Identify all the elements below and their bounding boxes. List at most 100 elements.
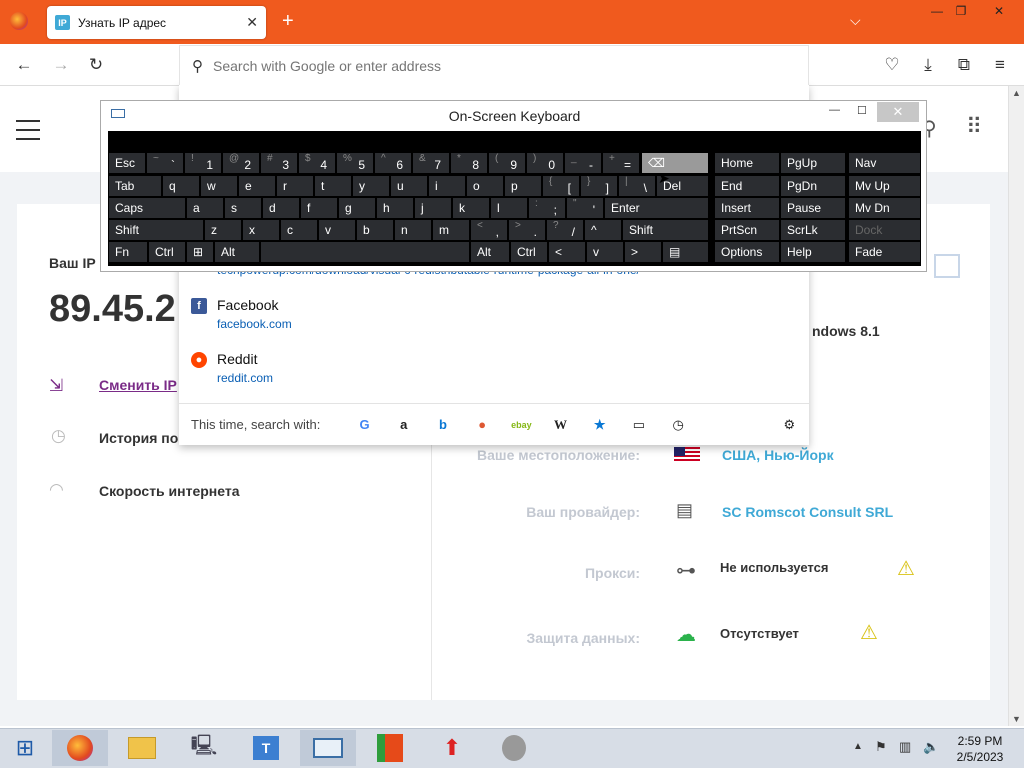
- osk-key[interactable]: a: [187, 198, 223, 218]
- osk-key[interactable]: & 7: [413, 153, 449, 173]
- app-menu-icon[interactable]: ≡: [988, 54, 1012, 76]
- copy-icon[interactable]: [934, 254, 960, 278]
- osk-key[interactable]: ) 0: [527, 153, 563, 173]
- reload-icon[interactable]: ↻: [84, 54, 108, 76]
- osk-key[interactable]: Shift: [109, 220, 203, 240]
- osk-key[interactable]: d: [263, 198, 299, 218]
- action-center-flag-icon[interactable]: ⚑: [875, 739, 887, 755]
- osk-key[interactable]: p: [505, 176, 541, 196]
- osk-key[interactable]: x: [243, 220, 279, 240]
- tabs-icon[interactable]: ▭: [619, 417, 658, 433]
- teams-icon[interactable]: T: [238, 730, 294, 766]
- osk-key[interactable]: Mv Up: [849, 176, 920, 196]
- osk-key[interactable]: k: [453, 198, 489, 218]
- osk-key[interactable]: t: [315, 176, 351, 196]
- hamburger-icon[interactable]: [16, 120, 40, 140]
- new-tab-button[interactable]: +: [282, 10, 294, 33]
- osk-key[interactable]: Fade: [849, 242, 920, 262]
- bookmarks-icon[interactable]: ★: [580, 417, 619, 433]
- osk-key[interactable]: }]: [581, 176, 617, 196]
- osk-key[interactable]: Ctrl: [149, 242, 185, 262]
- osk-key[interactable]: w: [201, 176, 237, 196]
- osk-key[interactable]: e: [239, 176, 275, 196]
- google-icon[interactable]: G: [345, 417, 384, 432]
- osk-key[interactable]: $4: [299, 153, 335, 173]
- restore-button[interactable]: ❐: [946, 0, 976, 22]
- osk-key[interactable]: + =: [603, 153, 639, 173]
- osk-key[interactable]: PgDn: [781, 176, 845, 196]
- url-input[interactable]: [213, 57, 773, 74]
- clock[interactable]: 2:59 PM 2/5/2023: [950, 733, 1010, 765]
- osk-key[interactable]: % 5: [337, 153, 373, 173]
- osk-key[interactable]: :;: [529, 198, 565, 218]
- osk-key[interactable]: [261, 242, 469, 262]
- osk-key[interactable]: u: [391, 176, 427, 196]
- osk-key[interactable]: Caps: [109, 198, 185, 218]
- scrollbar[interactable]: [1008, 86, 1024, 726]
- pdf-icon[interactable]: ⬆: [424, 730, 480, 766]
- osk-key[interactable]: j: [415, 198, 451, 218]
- close-window-button[interactable]: ✕: [984, 0, 1014, 22]
- osk-key[interactable]: Pause: [781, 198, 845, 218]
- osk-key[interactable]: #3: [261, 153, 297, 173]
- volume-icon[interactable]: 🔈: [923, 739, 939, 755]
- osk-key[interactable]: >.: [509, 220, 545, 240]
- osk-key[interactable]: Help: [781, 242, 845, 262]
- pocket-icon[interactable]: ♡: [880, 54, 904, 76]
- osk-key[interactable]: ScrLk: [781, 220, 845, 240]
- address-bar[interactable]: ⚲: [179, 45, 809, 85]
- back-icon[interactable]: ←: [12, 54, 36, 76]
- osk-key[interactable]: <,: [471, 220, 507, 240]
- firefox-taskbar-icon[interactable]: [52, 730, 108, 766]
- osk-close-button[interactable]: ✕: [877, 102, 919, 122]
- osk-key[interactable]: Tab: [109, 176, 161, 196]
- osk-key[interactable]: <: [549, 242, 585, 262]
- osk-key[interactable]: z: [205, 220, 241, 240]
- office-icon[interactable]: [362, 730, 418, 766]
- osk-key[interactable]: Fn: [109, 242, 147, 262]
- osk-title-bar[interactable]: On-Screen Keyboard: [101, 101, 928, 131]
- osk-key[interactable]: m: [433, 220, 469, 240]
- osk-key[interactable]: b: [357, 220, 393, 240]
- osk-key[interactable]: i: [429, 176, 465, 196]
- osk-key[interactable]: | \: [619, 176, 655, 196]
- osk-key[interactable]: ⊞: [187, 242, 213, 262]
- duckduckgo-icon[interactable]: ●: [463, 417, 502, 432]
- network-tray-icon[interactable]: ▥: [899, 739, 911, 755]
- osk-key[interactable]: * 8: [451, 153, 487, 173]
- osk-key[interactable]: @2: [223, 153, 259, 173]
- osk-key[interactable]: Alt: [215, 242, 259, 262]
- scroll-down-icon[interactable]: ▼: [1012, 714, 1021, 724]
- osk-key[interactable]: h: [377, 198, 413, 218]
- osk-key[interactable]: c: [281, 220, 317, 240]
- osk-key[interactable]: q: [163, 176, 199, 196]
- wikipedia-icon[interactable]: W: [541, 417, 580, 433]
- osk-key[interactable]: End: [715, 176, 779, 196]
- osk-key[interactable]: v: [587, 242, 623, 262]
- close-tab-icon[interactable]: ✕: [246, 14, 258, 31]
- osk-key[interactable]: Esc: [109, 153, 145, 173]
- speaker-app-icon[interactable]: [486, 730, 542, 766]
- suggestion-facebook[interactable]: f Facebook facebook.com: [191, 297, 292, 331]
- osk-minimize-button[interactable]: —: [829, 104, 849, 116]
- ebay-icon[interactable]: ebay: [502, 420, 541, 430]
- forward-icon[interactable]: →: [49, 54, 73, 76]
- osk-key[interactable]: Ctrl: [511, 242, 547, 262]
- osk-key[interactable]: (9: [489, 153, 525, 173]
- menu-speed[interactable]: Скорость интернета: [99, 483, 240, 499]
- osk-taskbar-icon[interactable]: [300, 730, 356, 766]
- downloads-icon[interactable]: ⤓: [916, 54, 940, 76]
- osk-key[interactable]: r: [277, 176, 313, 196]
- osk-maximize-button[interactable]: ☐: [857, 104, 877, 117]
- osk-key[interactable]: ? /: [547, 220, 583, 240]
- osk-key[interactable]: s: [225, 198, 261, 218]
- osk-key[interactable]: Nav: [849, 153, 920, 173]
- osk-key[interactable]: v: [319, 220, 355, 240]
- osk-key[interactable]: ~ `: [147, 153, 183, 173]
- osk-key[interactable]: ^ 6: [375, 153, 411, 173]
- osk-key[interactable]: f: [301, 198, 337, 218]
- menu-change-ip[interactable]: Сменить IP: [99, 377, 177, 393]
- osk-key[interactable]: " ': [567, 198, 603, 218]
- osk-key[interactable]: ^: [585, 220, 621, 240]
- osk-key[interactable]: n: [395, 220, 431, 240]
